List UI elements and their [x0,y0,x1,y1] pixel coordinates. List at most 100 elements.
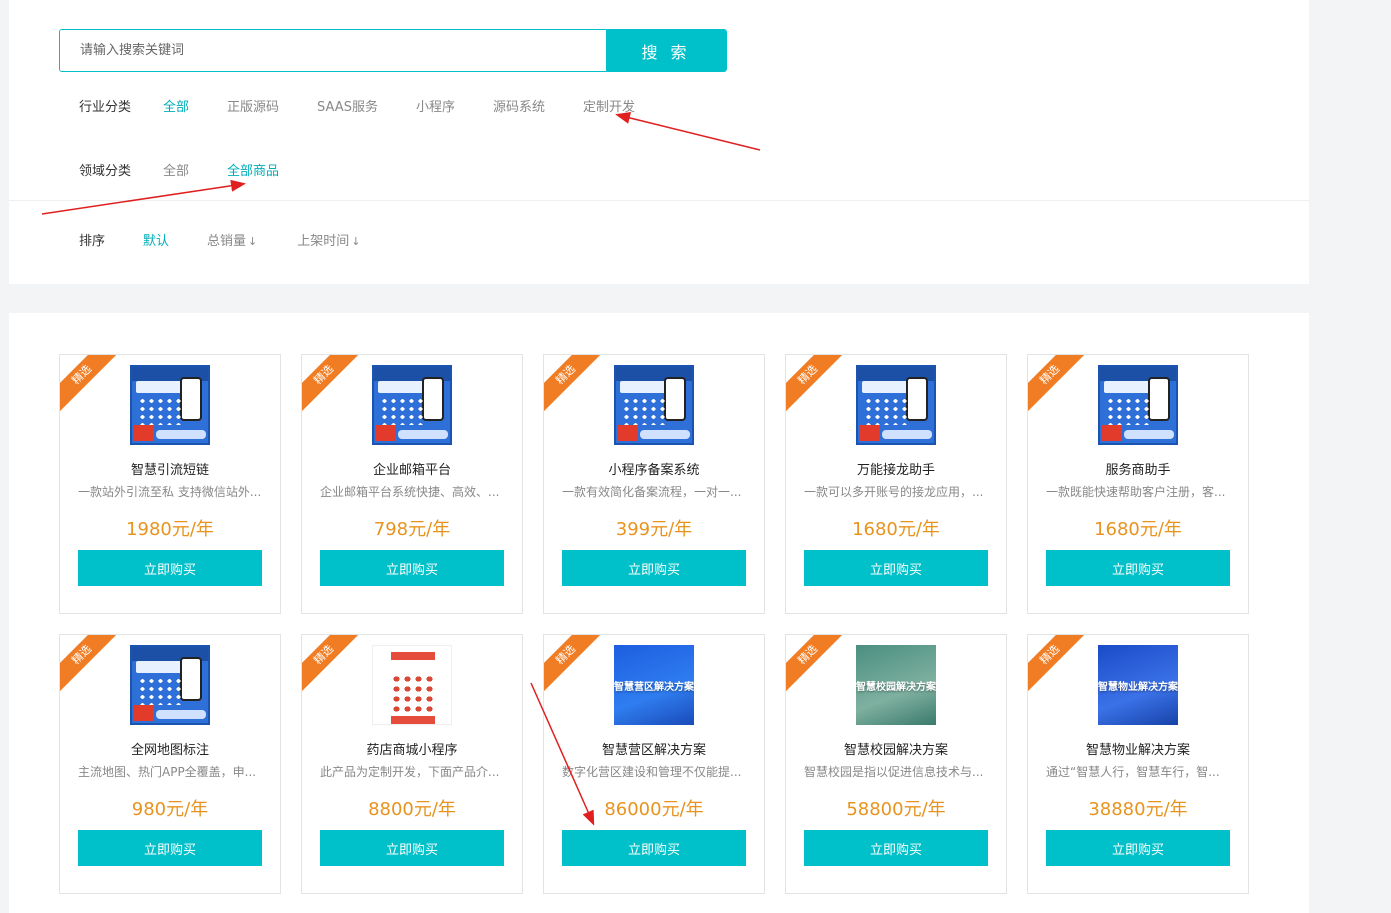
product-thumbnail[interactable] [372,645,452,725]
thumbnail-phone [180,377,202,421]
buy-now-button[interactable]: 立即购买 [562,550,746,586]
thumbnail-phone [1148,377,1170,421]
thumbnail-badge [860,425,880,441]
domain-option-all[interactable]: 全部 [163,160,189,179]
product-card[interactable]: 精选 药店商城小程序 此产品为定制开发，下面产品介... 8800元/年 立即购买 [301,634,523,894]
product-card[interactable]: 精选 智慧引流短链 一款站外引流至私 支持微信站外... 1980元/年 立即购买 [59,354,281,614]
sort-option-listing-time-label: 上架时间 [297,234,350,249]
buy-now-button[interactable]: 立即购买 [78,550,262,586]
product-description: 数字化营区建设和管理不仅能提... [562,765,742,779]
product-card[interactable]: 精选 服务商助手 一款既能快速帮助客户注册，客... 1680元/年 立即购买 [1027,354,1249,614]
product-name[interactable]: 服务商助手 [1028,459,1248,478]
product-name[interactable]: 智慧引流短链 [60,459,280,478]
thumbnail-badge [618,425,638,441]
product-name[interactable]: 智慧营区解决方案 [544,739,764,758]
thumbnail-band [882,430,932,439]
buy-now-button[interactable]: 立即购买 [78,830,262,866]
featured-badge: 精选 [302,355,367,418]
thumbnail-cells [391,674,435,714]
search-button[interactable]: 搜 索 [606,30,726,71]
product-card[interactable]: 精选 智慧物业解决方案 智慧物业解决方案 通过“智慧人行，智慧车行，智... 38880… [1027,634,1249,894]
product-price: 798元/年 [373,519,451,540]
product-name[interactable]: 智慧校园解决方案 [786,739,1006,758]
industry-option-saas[interactable]: SAAS服务 [317,96,378,115]
featured-badge: 精选 [1028,355,1093,418]
industry-option-mini-program[interactable]: 小程序 [416,96,455,115]
product-thumbnail[interactable] [130,645,210,725]
buy-now-button[interactable]: 立即购买 [320,550,504,586]
product-description: 一款有效简化备案流程，一对一... [562,485,742,499]
thumbnail-phone [906,377,928,421]
product-thumbnail[interactable]: 智慧校园解决方案 [856,645,936,725]
product-thumbnail[interactable] [614,365,694,445]
sort-option-listing-time[interactable]: 上架时间 ↓ [297,230,360,249]
thumbnail-grid [1106,397,1150,425]
thumbnail-grid [380,397,424,425]
product-thumbnail[interactable]: 智慧物业解决方案 [1098,645,1178,725]
industry-filter-row: 行业分类 全部 正版源码 SAAS服务 小程序 源码系统 定制开发 [79,96,673,115]
product-thumbnail[interactable] [372,365,452,445]
sort-label: 排序 [79,234,106,249]
buy-now-button[interactable]: 立即购买 [1046,550,1230,586]
thumbnail-band [156,430,206,439]
thumbnail-band [1124,430,1174,439]
featured-badge: 精选 [544,355,609,418]
product-thumbnail[interactable] [130,365,210,445]
product-card[interactable]: 精选 企业邮箱平台 企业邮箱平台系统快捷、高效、... 798元/年 立即购买 [301,354,523,614]
product-card[interactable]: 精选 小程序备案系统 一款有效简化备案流程，一对一... 399元/年 立即购买 [543,354,765,614]
thumbnail-badge [376,425,396,441]
search-box: 搜 索 [59,29,727,72]
domain-filter-row: 领域分类 全部 全部商品 [79,160,317,179]
thumbnail-grid [138,397,182,425]
product-name[interactable]: 万能接龙助手 [786,459,1006,478]
thumbnail-phone [664,377,686,421]
product-price: 86000元/年 [604,799,704,820]
industry-option-source-system[interactable]: 源码系统 [493,96,545,115]
product-card[interactable]: 精选 智慧校园解决方案 智慧校园解决方案 智慧校园是指以促进信息技术与... 58800… [785,634,1007,894]
sort-option-default[interactable]: 默认 [143,230,169,249]
product-name[interactable]: 企业邮箱平台 [302,459,522,478]
featured-badge: 精选 [786,355,851,418]
product-thumbnail[interactable]: 智慧营区解决方案 [614,645,694,725]
sort-down-arrow-icon: ↓ [248,235,258,248]
domain-filter-label: 领域分类 [79,164,132,179]
buy-now-button[interactable]: 立即购买 [804,550,988,586]
product-price: 980元/年 [131,799,209,820]
filter-panel: 搜 索 行业分类 全部 正版源码 SAAS服务 小程序 源码系统 定制开发 领域… [9,0,1309,284]
product-thumbnail[interactable] [1098,365,1178,445]
thumbnail-grid [622,397,666,425]
buy-now-button[interactable]: 立即购买 [804,830,988,866]
product-description: 主流地图、热门APP全覆盖，申... [78,765,257,779]
industry-option-licensed-source[interactable]: 正版源码 [227,96,279,115]
thumbnail-bar [391,716,435,724]
product-name[interactable]: 小程序备案系统 [544,459,764,478]
product-name[interactable]: 药店商城小程序 [302,739,522,758]
buy-now-button[interactable]: 立即购买 [562,830,746,866]
product-name[interactable]: 全网地图标注 [60,739,280,758]
product-card[interactable]: 精选 万能接龙助手 一款可以多开账号的接龙应用，... 1680元/年 立即购买 [785,354,1007,614]
buy-now-button[interactable]: 立即购买 [320,830,504,866]
domain-option-all-products[interactable]: 全部商品 [227,160,279,179]
industry-option-custom-dev[interactable]: 定制开发 [583,96,635,115]
industry-filter-label: 行业分类 [79,100,132,115]
industry-option-all[interactable]: 全部 [163,96,189,115]
product-name[interactable]: 智慧物业解决方案 [1028,739,1248,758]
thumbnail-phone [180,657,202,701]
featured-badge: 精选 [60,635,125,698]
thumbnail-caption: 智慧校园解决方案 [856,681,936,693]
buy-now-button[interactable]: 立即购买 [1046,830,1230,866]
product-thumbnail[interactable] [856,365,936,445]
sort-down-arrow-icon: ↓ [351,235,361,248]
product-card[interactable]: 精选 智慧营区解决方案 智慧营区解决方案 数字化营区建设和管理不仅能提... 86000… [543,634,765,894]
thumbnail-grid [138,677,182,705]
featured-badge: 精选 [1028,635,1093,698]
thumbnail-band [156,710,206,719]
product-card[interactable]: 精选全网地图标注主流地图、热门APP全覆盖，申... 980元/年立即购买 [59,634,281,894]
search-input[interactable] [60,30,606,71]
product-price: 1980元/年 [126,519,214,540]
product-description: 一款站外引流至私 支持微信站外... [78,485,262,499]
sort-option-total-sales[interactable]: 总销量 ↓ [207,230,257,249]
thumbnail-band [640,430,690,439]
thumbnail-badge [1102,425,1122,441]
sort-row: 排序 默认 总销量 ↓ 上架时间 ↓ [79,230,399,249]
